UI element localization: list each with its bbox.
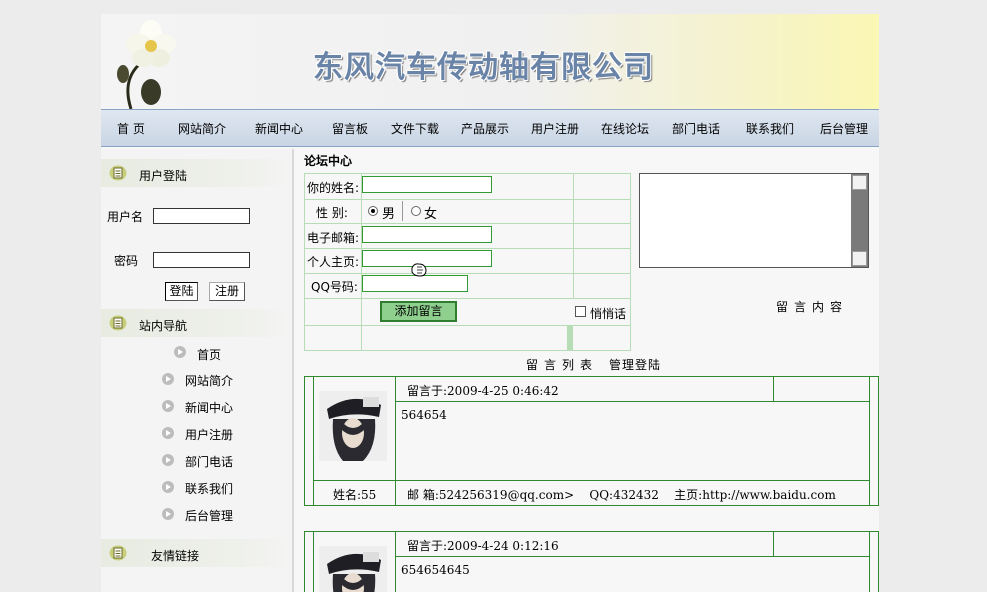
guestbook-form: 你的姓名: 性 别: 男 女 电子邮箱: 个人主页: QQ号码: 添加留言 悄悄… <box>304 173 631 351</box>
nav-register[interactable]: 用户注册 <box>531 120 579 137</box>
gender-label: 性 别: <box>316 206 348 220</box>
top-nav: 首 页 网站简介 新闻中心 留言板 文件下载 产品展示 用户注册 在线论坛 部门… <box>101 109 879 147</box>
message-content-textarea[interactable] <box>639 173 869 268</box>
nav-about[interactable]: 网站简介 <box>178 120 226 137</box>
side-nav-news[interactable]: 新闻中心 <box>185 399 233 416</box>
message-timestamp: 留言于:2009-4-24 0:12:16 <box>407 539 559 553</box>
homepage-label: 个人主页: <box>307 255 360 269</box>
user-avatar-icon <box>319 546 387 592</box>
register-button[interactable]: 注册 <box>209 282 245 301</box>
arrow-bullet-icon <box>162 508 174 520</box>
male-label: 男 <box>382 207 396 222</box>
message-contact-info: 邮 箱:524256319@qq.com> QQ:432432 主页:http:… <box>407 488 836 502</box>
book-icon <box>109 165 127 181</box>
book-icon <box>109 545 127 561</box>
username-input[interactable] <box>153 208 250 224</box>
whisper-label: 悄悄话 <box>590 307 627 321</box>
nav-forum[interactable]: 在线论坛 <box>601 120 649 137</box>
nav-news[interactable]: 新闻中心 <box>255 120 303 137</box>
site-nav-section-header: 站内导航 <box>101 309 292 337</box>
message-content: 654654645 <box>401 563 470 577</box>
hand-cursor-icon <box>411 263 427 277</box>
textarea-scrollbar[interactable] <box>851 174 868 267</box>
arrow-bullet-icon <box>162 454 174 466</box>
page-title: 论坛中心 <box>304 154 353 168</box>
nav-guestbook[interactable]: 留言板 <box>332 120 368 137</box>
scroll-down-arrow-icon[interactable] <box>852 251 867 266</box>
message-item: 留言于:2009-4-24 0:12:16 654654645 <box>304 531 879 592</box>
arrow-bullet-icon <box>174 346 186 358</box>
header-banner: 东风汽车传动轴有限公司 <box>101 14 879 109</box>
login-section-header: 用户登陆 <box>101 159 292 187</box>
page: 东风汽车传动轴有限公司 首 页 网站简介 新闻中心 留言板 文件下载 产品展示 … <box>101 14 879 592</box>
login-button[interactable]: 登陆 <box>165 282 198 301</box>
nav-home[interactable]: 首 页 <box>117 120 145 137</box>
sidebar: 用户登陆 用户名 密码 登陆 注册 站内导航 首页 网站简介 新闻中心 用户注册… <box>101 149 294 592</box>
nav-downloads[interactable]: 文件下载 <box>391 120 439 137</box>
add-message-button[interactable]: 添加留言 <box>380 301 457 322</box>
message-timestamp: 留言于:2009-4-25 0:46:42 <box>407 384 559 398</box>
side-nav-admin[interactable]: 后台管理 <box>185 507 233 524</box>
book-icon <box>109 315 127 331</box>
site-nav-section-title: 站内导航 <box>139 319 188 333</box>
side-nav-contact[interactable]: 联系我们 <box>185 480 233 497</box>
nav-contact[interactable]: 联系我们 <box>746 120 794 137</box>
whisper-checkbox[interactable] <box>575 306 586 317</box>
links-section-title: 友情链接 <box>151 549 200 563</box>
password-input[interactable] <box>153 252 250 268</box>
links-section-header: 友情链接 <box>101 539 292 567</box>
side-nav-register[interactable]: 用户注册 <box>185 426 233 443</box>
scroll-up-arrow-icon[interactable] <box>852 175 867 190</box>
user-avatar-icon <box>319 391 387 461</box>
side-nav-about[interactable]: 网站简介 <box>185 372 233 389</box>
content-label: 留言内容 <box>776 300 849 314</box>
admin-login-link[interactable]: 管理登陆 <box>609 356 661 373</box>
nav-phones[interactable]: 部门电话 <box>672 120 720 137</box>
name-input[interactable] <box>362 176 492 193</box>
name-label: 你的姓名: <box>307 181 360 195</box>
side-nav-phones[interactable]: 部门电话 <box>185 453 233 470</box>
qq-label: QQ号码: <box>311 280 358 294</box>
message-content: 564654 <box>401 408 447 422</box>
female-radio[interactable] <box>411 206 421 216</box>
arrow-bullet-icon <box>162 481 174 493</box>
flower-logo-icon <box>117 20 176 109</box>
arrow-bullet-icon <box>162 373 174 385</box>
nav-products[interactable]: 产品展示 <box>461 120 509 137</box>
message-item: 留言于:2009-4-25 0:46:42 564654 姓名:55 邮 箱:5… <box>304 376 879 506</box>
email-input[interactable] <box>362 226 492 243</box>
login-section-title: 用户登陆 <box>139 169 188 183</box>
arrow-bullet-icon <box>162 427 174 439</box>
male-radio[interactable] <box>368 206 378 216</box>
main-content: 论坛中心 你的姓名: 性 别: 男 女 电子邮箱: 个人主页: QQ号码: 添加… <box>304 149 879 592</box>
site-title: 东风汽车传动轴有限公司 <box>313 50 654 85</box>
message-author: 姓名:55 <box>333 488 377 502</box>
arrow-bullet-icon <box>162 400 174 412</box>
message-list-label: 留言列表 <box>526 358 599 372</box>
email-label: 电子邮箱: <box>307 231 360 245</box>
female-label: 女 <box>424 207 438 222</box>
password-label: 密码 <box>114 254 139 268</box>
nav-admin[interactable]: 后台管理 <box>820 120 868 137</box>
username-label: 用户名 <box>107 210 144 224</box>
side-nav-home[interactable]: 首页 <box>197 346 221 363</box>
